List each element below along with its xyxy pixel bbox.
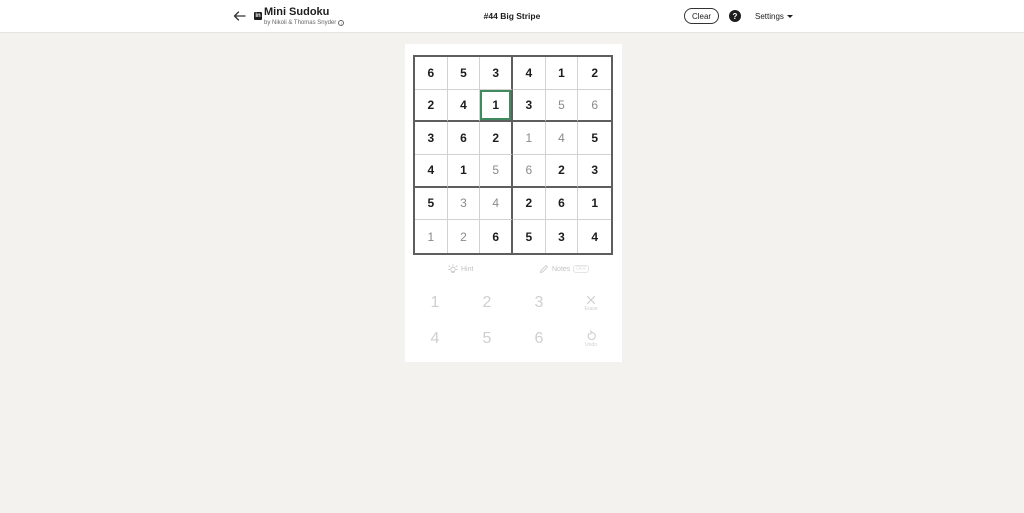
pencil-icon xyxy=(540,265,548,273)
grid-cell[interactable]: 5 xyxy=(513,220,546,253)
grid-cell[interactable]: 2 xyxy=(415,89,448,123)
grid-cell[interactable]: 1 xyxy=(545,57,579,90)
grid-cell[interactable]: 6 xyxy=(578,90,611,123)
settings-label: Settings xyxy=(755,12,784,21)
hint-button[interactable]: Hint xyxy=(448,264,473,274)
app-title: Mini Sudoku xyxy=(264,6,330,18)
close-icon xyxy=(586,295,596,304)
app-subtitle: by Nikoli & Thomas Snyder i xyxy=(264,20,345,26)
back-button[interactable] xyxy=(230,7,248,25)
grid-cell[interactable]: 6 xyxy=(480,220,513,253)
grid-cell[interactable]: 6 xyxy=(513,155,546,188)
grid-cell[interactable]: 5 xyxy=(480,155,513,188)
grid-cell[interactable]: 3 xyxy=(480,57,513,90)
grid-cell[interactable]: 1 xyxy=(578,188,611,221)
grid-cell[interactable]: 1 xyxy=(513,122,546,155)
grid-cell[interactable]: 2 xyxy=(545,155,579,188)
digit-5-key[interactable]: 5 xyxy=(467,324,507,354)
author-credit: by Nikoli & Thomas Snyder xyxy=(264,20,337,26)
digit-3-key[interactable]: 3 xyxy=(519,288,559,318)
grid-cell[interactable]: 4 xyxy=(578,220,611,253)
grid-cell[interactable]: 4 xyxy=(415,155,448,188)
game-card: 653412241356362145415623534261126534 Hin… xyxy=(405,44,622,362)
grid-cell[interactable]: 4 xyxy=(513,57,546,90)
grid-cell[interactable]: 5 xyxy=(578,122,611,155)
clear-button[interactable]: Clear xyxy=(684,8,719,24)
grid-cell[interactable]: 4 xyxy=(545,122,579,155)
grid-cell[interactable]: 4 xyxy=(447,89,481,123)
grid-cell[interactable]: 5 xyxy=(447,57,481,90)
help-icon[interactable]: ? xyxy=(729,10,741,22)
grid-cell[interactable]: 4 xyxy=(480,187,513,221)
digit-4-key[interactable]: 4 xyxy=(415,324,455,354)
grid-cell[interactable]: 1 xyxy=(447,155,481,188)
grid-cell[interactable]: 2 xyxy=(578,57,611,90)
undo-button[interactable]: Undo xyxy=(576,324,606,354)
erase-button[interactable]: Erase xyxy=(576,288,606,318)
caret-down-icon xyxy=(786,15,793,18)
digit-6-key[interactable]: 6 xyxy=(519,324,559,354)
settings-button[interactable]: Settings xyxy=(755,12,793,21)
grid-cell[interactable]: 3 xyxy=(513,89,546,123)
grid-cell[interactable]: 2 xyxy=(480,122,513,155)
grid-cell[interactable]: 5 xyxy=(415,187,448,221)
linkedin-logo-icon: in xyxy=(254,12,262,20)
grid-cell[interactable]: 2 xyxy=(448,220,481,253)
grid-cell[interactable]: 6 xyxy=(447,122,481,155)
grid-cell[interactable]: 5 xyxy=(545,89,579,123)
notes-state-badge: OFF xyxy=(573,265,590,273)
selected-cell[interactable]: 1 xyxy=(480,89,513,123)
undo-icon xyxy=(587,330,596,341)
grid-cell[interactable]: 3 xyxy=(546,220,579,253)
hint-label: Hint xyxy=(461,265,474,273)
grid-cell[interactable]: 6 xyxy=(415,57,448,90)
grid-cell[interactable]: 3 xyxy=(447,187,481,221)
info-icon[interactable]: i xyxy=(338,20,345,26)
notes-label: Notes xyxy=(552,265,571,273)
arrow-left-icon xyxy=(233,11,246,21)
grid-cell[interactable]: 3 xyxy=(578,155,611,188)
notes-toggle[interactable]: Notes OFF xyxy=(539,264,590,274)
undo-label: Undo xyxy=(585,342,597,348)
tool-row: Hint Notes OFF xyxy=(405,264,622,278)
sudoku-board: 653412241356362145415623534261126534 xyxy=(413,55,613,255)
digit-2-key[interactable]: 2 xyxy=(467,288,507,318)
number-keypad: 1 2 3 Erase 4 5 6 Undo xyxy=(405,286,622,358)
grid-cell[interactable]: 3 xyxy=(415,122,448,155)
grid-cell[interactable]: 2 xyxy=(513,187,546,221)
digit-1-key[interactable]: 1 xyxy=(415,288,455,318)
grid-cell[interactable]: 1 xyxy=(415,220,448,253)
puzzle-title: #44 Big Stripe xyxy=(483,11,541,21)
lightbulb-icon xyxy=(448,264,458,273)
top-bar: in Mini Sudoku by Nikoli & Thomas Snyder… xyxy=(0,0,1024,33)
erase-label: Erase xyxy=(584,305,598,312)
grid-cell[interactable]: 6 xyxy=(545,187,579,221)
